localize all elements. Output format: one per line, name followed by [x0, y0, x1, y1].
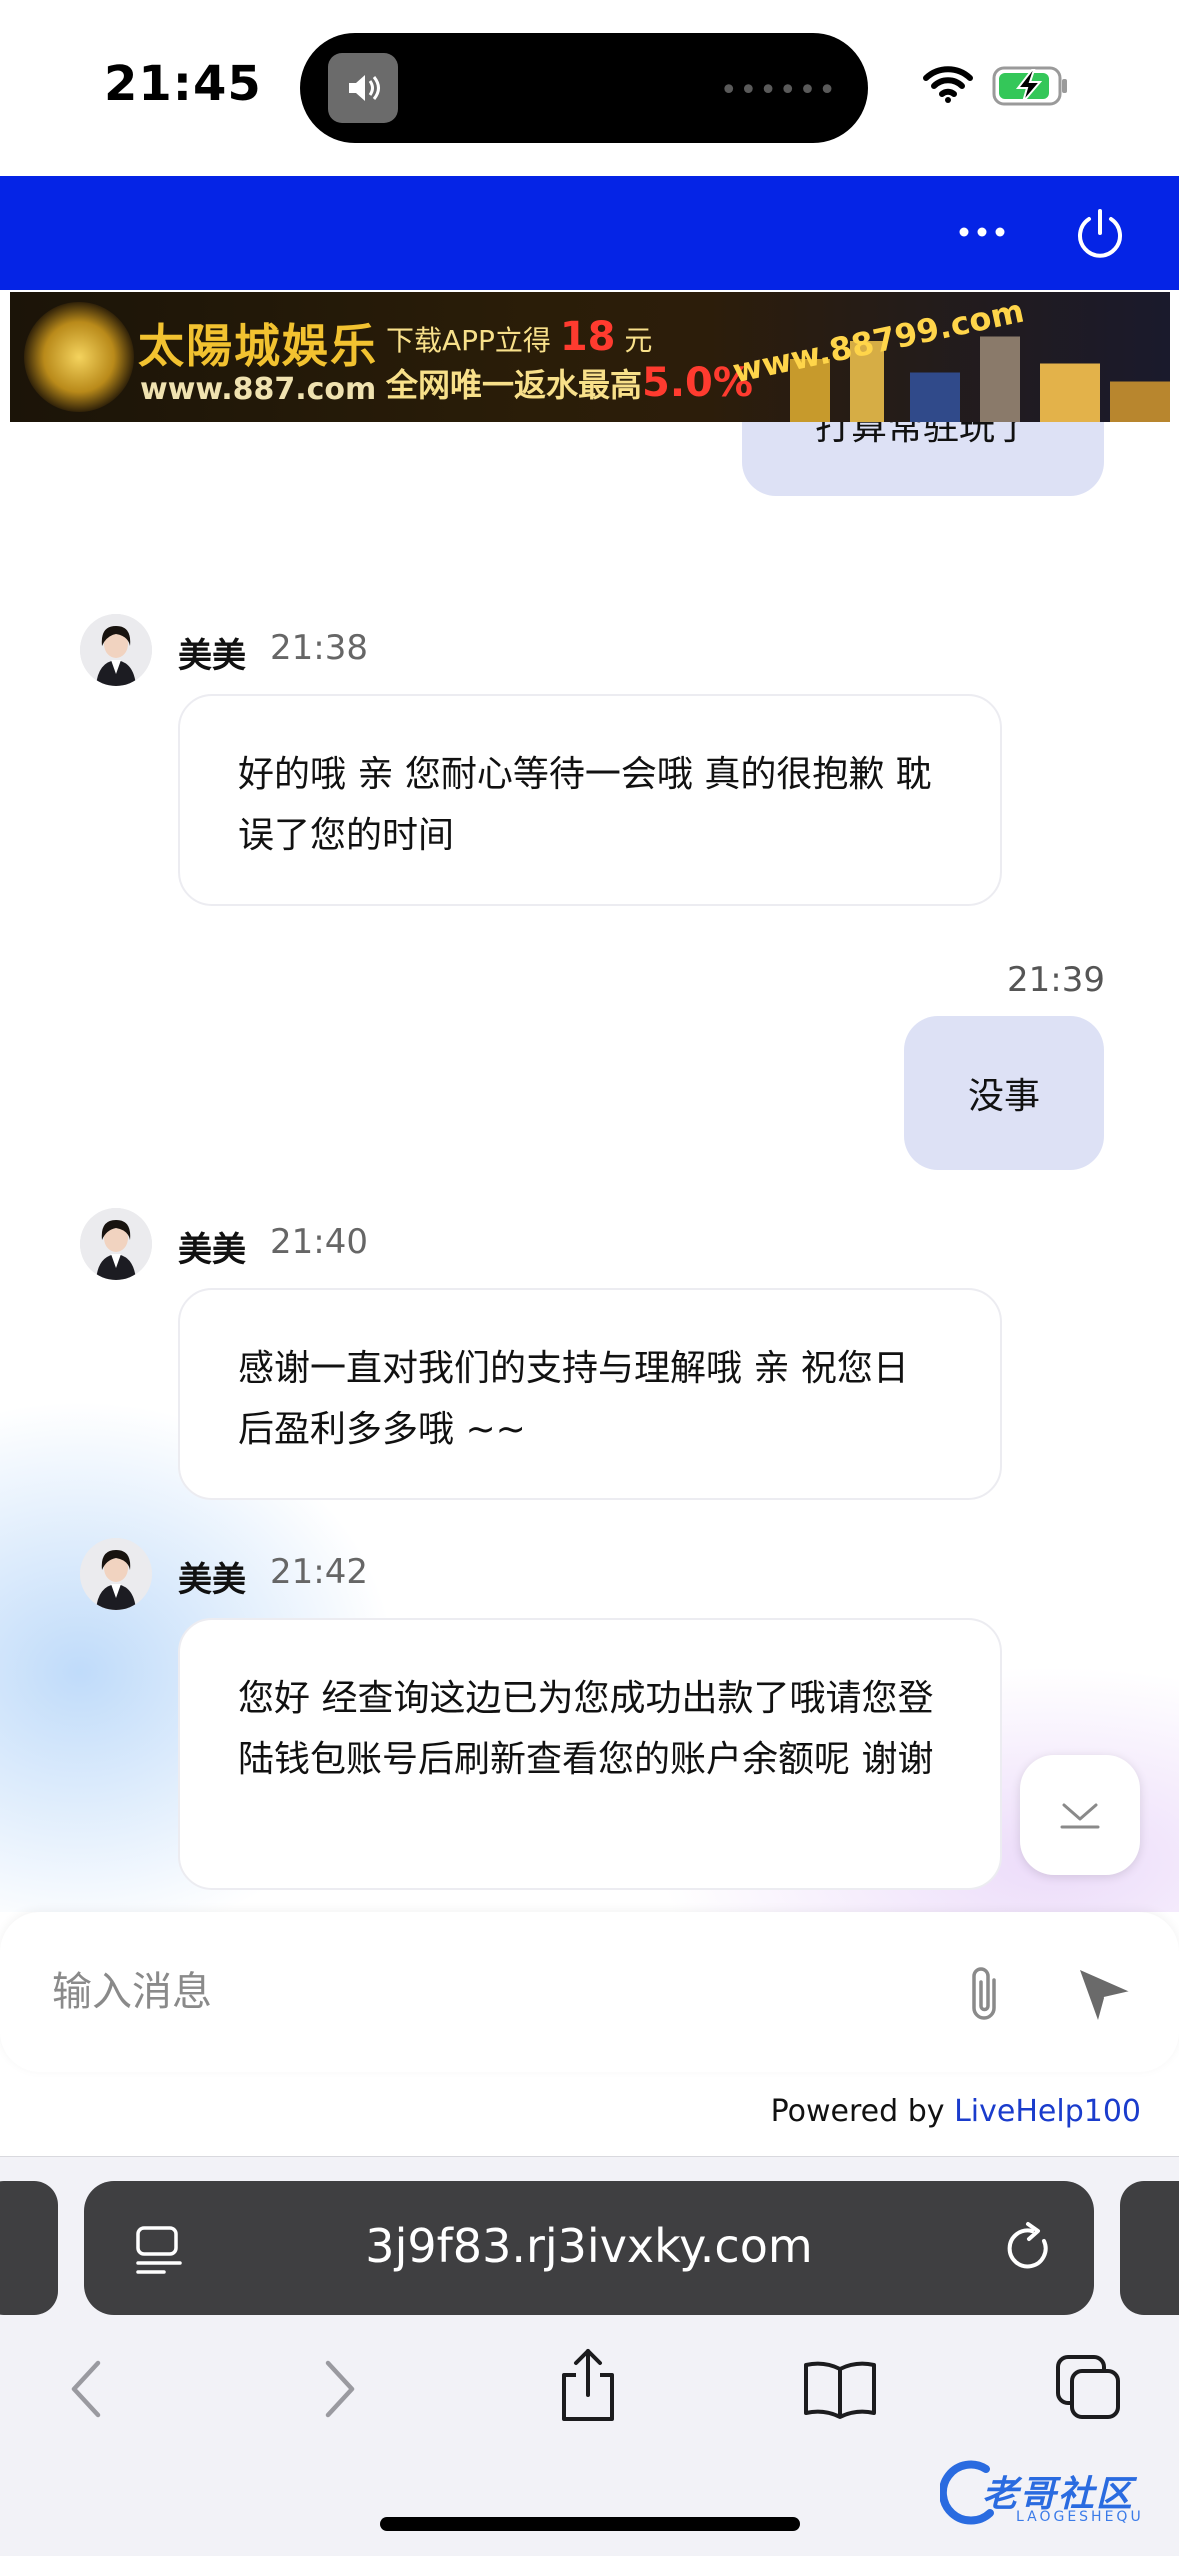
sender-name: 美美: [178, 1230, 246, 1270]
reload-icon[interactable]: [1002, 2221, 1056, 2275]
ad-brand: 太陽城娛乐: [138, 319, 378, 373]
incoming-message: 感谢一直对我们的支持与理解哦 亲 祝您日后盈利多多哦 ~~: [178, 1288, 1002, 1500]
home-indicator: [380, 2517, 800, 2531]
avatar: [80, 1538, 152, 1610]
safari-toolbar: 3j9f83.rj3ivxky.com 老哥社区 LAOGESHEQU: [0, 2156, 1179, 2556]
ad-brand-url: www.887.com: [140, 372, 377, 407]
share-icon[interactable]: [556, 2347, 620, 2423]
speaker-icon: [328, 53, 398, 123]
battery-charging-icon: [992, 66, 1067, 106]
chat-messages[interactable]: 打算常驻玩了 美美 21:38 好的哦 亲 您耐心等待一会哦 真的很抱歉 耽误了…: [0, 422, 1179, 1912]
message-time: 21:39: [1007, 960, 1105, 1000]
ad-line1: 下载APP立得 18 元: [386, 314, 653, 360]
tabs-icon[interactable]: [1054, 2353, 1124, 2423]
message-input[interactable]: [52, 1956, 892, 2028]
incoming-message: 您好 经查询这边已为您成功出款了哦请您登陆钱包账号后刷新查看您的账户余额呢 谢谢: [178, 1618, 1002, 1890]
send-icon[interactable]: [1074, 1964, 1134, 2024]
status-time: 21:45: [104, 56, 262, 112]
sun-logo-icon: [24, 302, 134, 412]
watermark-logo: 老哥社区 LAOGESHEQU: [940, 2457, 1170, 2531]
avatar: [80, 614, 152, 686]
scroll-down-button[interactable]: [1020, 1755, 1140, 1875]
forward-icon[interactable]: [320, 2357, 360, 2421]
powered-by: Powered by LiveHelp100: [770, 2094, 1141, 2129]
sender-name: 美美: [178, 636, 246, 676]
message-composer: [0, 1912, 1179, 2072]
paperclip-icon[interactable]: [958, 1962, 1010, 2026]
message-time: 21:40: [270, 1222, 368, 1262]
incoming-message: 好的哦 亲 您耐心等待一会哦 真的很抱歉 耽误了您的时间: [178, 694, 1002, 906]
bookmarks-icon[interactable]: [802, 2357, 878, 2421]
message-time: 21:38: [270, 628, 368, 668]
status-bar: 21:45 ••••••: [0, 0, 1179, 176]
chevron-down-icon: [1060, 1803, 1100, 1829]
message-time: 21:42: [270, 1552, 368, 1592]
wifi-icon: [923, 66, 973, 103]
ad-banner[interactable]: 太陽城娛乐 www.887.com 下载APP立得 18 元 全网唯一返水最高5…: [10, 292, 1170, 422]
dynamic-island: ••••••: [300, 33, 868, 143]
next-tab[interactable]: [1120, 2181, 1179, 2315]
outgoing-message-partial: 打算常驻玩了: [742, 422, 1104, 496]
url-text: 3j9f83.rj3ivxky.com: [365, 2219, 813, 2273]
previous-tab[interactable]: [0, 2181, 58, 2315]
livehelp-link[interactable]: LiveHelp100: [954, 2094, 1141, 2129]
back-icon[interactable]: [66, 2357, 106, 2421]
sender-name: 美美: [178, 1560, 246, 1600]
power-icon[interactable]: [1072, 206, 1128, 262]
outgoing-message: 没事: [904, 1016, 1104, 1170]
chat-header: [0, 176, 1179, 290]
ad-line2: 全网唯一返水最高5.0%: [386, 360, 753, 406]
avatar: [80, 1208, 152, 1280]
more-options-icon[interactable]: [952, 212, 1012, 252]
island-dots: ••••••: [719, 73, 838, 108]
address-bar[interactable]: 3j9f83.rj3ivxky.com: [84, 2181, 1094, 2315]
